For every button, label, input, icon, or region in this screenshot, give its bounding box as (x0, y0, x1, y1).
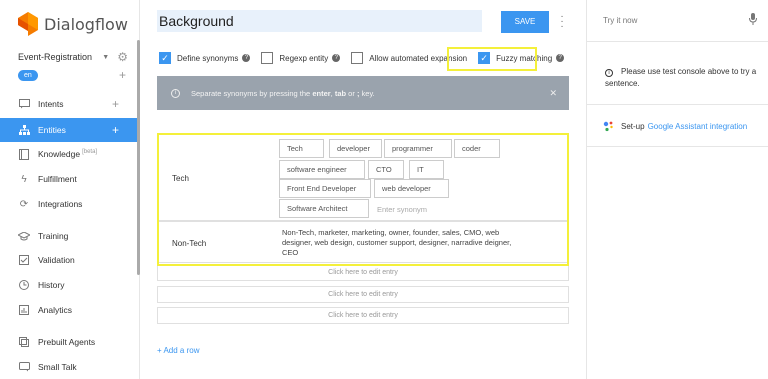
agent-selector[interactable]: Event-Registration ▼ ⚙ (18, 50, 128, 64)
help-icon[interactable]: ? (556, 54, 565, 62)
book-icon (18, 148, 30, 160)
google-assistant-icon (603, 121, 613, 132)
sidebar-item-entities[interactable]: Entities + (0, 118, 137, 142)
synonym-chip[interactable]: web developer (374, 179, 449, 198)
synonym-chip[interactable]: Software Architect (279, 199, 369, 218)
bolt-icon: ϟ (21, 173, 27, 185)
sidebar-item-knowledge[interactable]: Knowledge [beta] (0, 142, 137, 166)
try-it-now-placeholder: Try it now (603, 16, 638, 25)
divider (587, 146, 768, 147)
test-console: Try it now i Please use test console abov… (586, 0, 768, 379)
synonym-chip[interactable]: programmer (384, 139, 452, 158)
google-assistant-integration-link[interactable]: Google Assistant integration (648, 122, 748, 131)
fuzzy-matching-highlight (447, 47, 537, 71)
sidebar-item-label: Validation (38, 255, 75, 265)
sidebar-item-validation[interactable]: Validation (0, 248, 137, 272)
save-button[interactable]: SAVE (501, 11, 549, 33)
entry-value[interactable]: Non-Tech (172, 239, 206, 248)
synonym-chip[interactable]: IT (409, 160, 444, 179)
sidebar-item-small-talk[interactable]: Small Talk (0, 355, 137, 379)
empty-entry-row[interactable]: Click here to edit entry (157, 307, 569, 324)
graduation-cap-icon (18, 230, 30, 242)
table-row[interactable]: Tech Tech developer programmer coder sof… (157, 133, 569, 221)
synonym-chip[interactable]: software engineer (279, 160, 365, 179)
define-synonyms-option[interactable]: ✓ Define synonyms ? (159, 52, 251, 64)
banner-text: Separate synonyms by pressing the enter,… (191, 88, 375, 98)
chat-icon (18, 98, 30, 110)
help-icon[interactable]: ? (332, 54, 341, 62)
gear-icon[interactable]: ⚙ (117, 50, 128, 64)
sidebar-scrollbar[interactable] (137, 40, 140, 275)
microphone-icon[interactable] (749, 13, 757, 28)
agent-name: Event-Registration (18, 52, 93, 62)
synonym-chip[interactable]: Front End Developer (279, 179, 371, 198)
sidebar-item-label: Knowledge (38, 149, 81, 159)
entry-value[interactable]: Tech (172, 174, 189, 183)
google-assistant-setup: Set-up Google Assistant integration (603, 120, 747, 132)
define-synonyms-label: Define synonyms (177, 53, 239, 63)
sidebar-item-prebuilt-agents[interactable]: Prebuilt Agents (0, 330, 137, 354)
automated-expansion-checkbox[interactable] (351, 52, 364, 64)
beta-tag: [beta] (82, 149, 98, 155)
add-entity-icon[interactable]: + (112, 123, 119, 137)
info-icon: i (171, 88, 180, 98)
define-synonyms-checkbox[interactable]: ✓ (159, 52, 171, 64)
brand-name: Dialogflow (44, 14, 128, 34)
language-row: en + (18, 68, 128, 82)
info-banner: i Separate synonyms by pressing the ente… (157, 76, 569, 110)
sidebar-item-label: History (38, 280, 65, 290)
sidebar-item-label: Analytics (38, 305, 73, 315)
test-console-tip: i Please use test console above to try a … (605, 67, 757, 88)
entity-name-input[interactable]: Background (157, 10, 482, 32)
synonym-input[interactable]: Enter synonym (377, 205, 427, 214)
language-badge[interactable]: en (18, 69, 38, 81)
add-intent-icon[interactable]: + (112, 97, 119, 111)
brand[interactable]: Dialogflow (18, 12, 128, 36)
entities-icon (18, 124, 30, 136)
sidebar-item-integrations[interactable]: ⟳ Integrations (0, 192, 137, 216)
sidebar-item-training[interactable]: Training (0, 224, 137, 248)
add-row-link[interactable]: + Add a row (157, 346, 199, 355)
regexp-entity-option[interactable]: Regexp entity ? (261, 52, 341, 64)
add-language-icon[interactable]: + (119, 68, 126, 82)
sidebar-item-label: Prebuilt Agents (38, 337, 96, 347)
regexp-entity-label: Regexp entity (279, 53, 329, 63)
sidebar: Dialogflow Event-Registration ▼ ⚙ en + I… (0, 0, 140, 379)
more-options-icon[interactable]: · · · (559, 12, 565, 32)
clock-icon (18, 279, 30, 291)
close-icon[interactable]: ✕ (549, 88, 557, 99)
sidebar-item-history[interactable]: History (0, 273, 137, 297)
help-icon[interactable]: ? (242, 54, 251, 62)
info-icon: i (605, 69, 613, 77)
check-square-icon (18, 254, 30, 266)
prebuilt-icon (18, 336, 30, 348)
speech-icon (18, 361, 30, 373)
bar-chart-icon (18, 304, 30, 316)
try-it-now-input[interactable]: Try it now (587, 0, 768, 42)
table-row[interactable]: Non-Tech Non-Tech, marketer, marketing, … (157, 221, 569, 263)
regexp-entity-checkbox[interactable] (261, 52, 274, 64)
ga-prefix: Set-up (621, 121, 645, 131)
entity-editor: Background SAVE · · · ✓ Define synonyms ? … (141, 0, 585, 379)
integrations-icon: ⟳ (19, 198, 29, 210)
divider (587, 104, 768, 105)
synonym-chip[interactable]: CTO (368, 160, 404, 179)
empty-entry-row[interactable]: Click here to edit entry (157, 286, 569, 303)
sidebar-item-fulfillment[interactable]: ϟ Fulfillment (0, 167, 137, 191)
synonym-chip[interactable]: coder (454, 139, 500, 158)
sidebar-item-intents[interactable]: Intents + (0, 92, 137, 116)
synonym-chip[interactable]: Tech (279, 139, 324, 158)
entry-synonyms[interactable]: Non-Tech, marketer, marketing, owner, fo… (282, 228, 517, 258)
empty-entry-row[interactable]: Click here to edit entry (157, 264, 569, 281)
sidebar-item-label: Small Talk (38, 362, 77, 372)
sidebar-item-label: Entities (38, 125, 66, 135)
sidebar-item-analytics[interactable]: Analytics (0, 298, 137, 322)
chevron-down-icon[interactable]: ▼ (102, 54, 109, 61)
dialogflow-logo-icon (18, 12, 38, 36)
sidebar-item-label: Training (38, 231, 69, 241)
sidebar-item-label: Integrations (38, 199, 83, 209)
sidebar-item-label: Fulfillment (38, 174, 77, 184)
synonym-chip[interactable]: developer (329, 139, 382, 158)
sidebar-item-label: Intents (38, 99, 64, 109)
